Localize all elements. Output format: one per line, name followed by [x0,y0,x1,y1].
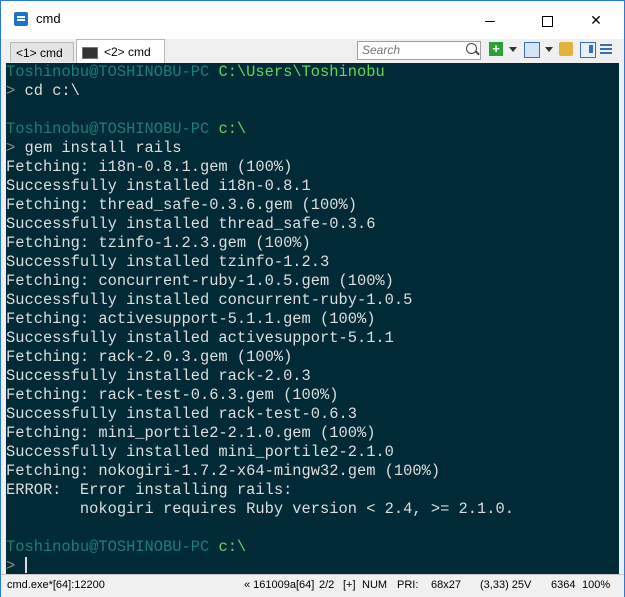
status-pri: PRI: [397,579,419,591]
console-line-text: Successfully installed activesupport-5.1… [6,329,394,347]
status-bar: cmd.exe*[64]:12200 « 161009a[64] 2/2 [+]… [1,574,624,597]
console-line: Fetching: rack-test-0.6.3.gem (100%) [6,386,619,405]
title-bar[interactable]: cmd ✕ [1,1,624,39]
console-line: Toshinobu@TOSHINOBU-PC C:\Users\Toshinob… [6,63,619,82]
console-line: Successfully installed concurrent-ruby-1… [6,291,619,310]
console-line-text: Fetching: rack-2.0.3.gem (100%) [6,348,293,366]
console-line-text: cd c:\ [15,82,80,100]
console-window: cmd ✕ <1> cmd <2> cmd + Toshinobu@TOSHIN… [0,0,625,597]
prompt-path: C:\Users\Toshinobu [218,63,385,81]
prompt-user: Toshinobu@TOSHINOBU-PC [6,120,210,138]
new-console-button[interactable]: + [489,42,503,56]
console-line: Fetching: i18n-0.8.1.gem (100%) [6,158,619,177]
console-text: Toshinobu@TOSHINOBU-PC C:\Users\Toshinob… [6,63,619,574]
prompt-arrow: > [6,82,16,100]
console-line-text [15,557,24,574]
status-plus: [+] [343,579,356,591]
console-line: Fetching: nokogiri-1.7.2-x64-mingw32.gem… [6,462,619,481]
console-line-text: Successfully installed rack-test-0.6.3 [6,405,357,423]
console-icon [82,46,98,59]
console-line: ERROR: Error installing rails: [6,481,619,500]
console-line-text: Fetching: mini_portile2-2.1.0.gem (100%) [6,424,376,442]
maximize-icon [541,15,553,27]
console-line-text: Fetching: activesupport-5.1.1.gem (100%) [6,310,376,328]
console-line-text: Successfully installed mini_portile2-2.1… [6,443,394,461]
search-input[interactable] [362,43,460,57]
prompt-path: c:\ [218,538,247,556]
lock-icon[interactable] [559,42,573,56]
console-line-text: Fetching: nokogiri-1.7.2-x64-mingw32.gem… [6,462,441,480]
close-icon: ✕ [590,12,602,28]
menu-icon[interactable] [599,42,613,56]
console-line-text: Fetching: tzinfo-1.2.3.gem (100%) [6,234,311,252]
console-line-text: Fetching: concurrent-ruby-1.0.5.gem (100… [6,272,394,290]
console-line-text: nokogiri requires Ruby version < 2.4, >=… [6,500,514,518]
tab-label: <2> cmd [104,45,151,59]
layout-dropdown-icon[interactable] [545,47,553,52]
status-process: cmd.exe*[64]:12200 [7,579,105,591]
console-line: Toshinobu@TOSHINOBU-PC c:\ [6,120,619,139]
console-line: Toshinobu@TOSHINOBU-PC c:\ [6,538,619,557]
console-line: nokogiri requires Ruby version < 2.4, >=… [6,500,619,519]
text-cursor [24,557,27,573]
console-output[interactable]: Toshinobu@TOSHINOBU-PC C:\Users\Toshinob… [6,63,619,574]
tab-label: <1> cmd [16,46,63,60]
console-line: Successfully installed i18n-0.8.1 [6,177,619,196]
prompt-path: c:\ [218,120,247,138]
console-line: Fetching: rack-2.0.3.gem (100%) [6,348,619,367]
status-coords: (3,33) 25V [480,579,532,591]
console-line: > gem install rails [6,139,619,158]
search-box[interactable] [357,41,481,60]
console-line-text: Successfully installed concurrent-ruby-1… [6,291,413,309]
console-line: > [6,557,619,574]
cmd-app-icon[interactable] [14,12,28,26]
console-line-text: Fetching: thread_safe-0.3.6.gem (100%) [6,196,357,214]
prompt-arrow: > [6,139,16,157]
status-handle[interactable]: « 161009a[64] [244,579,314,591]
console-line: Fetching: activesupport-5.1.1.gem (100%) [6,310,619,329]
console-line-text: Successfully installed thread_safe-0.3.6 [6,215,376,233]
minimize-icon [485,20,495,22]
layout-button[interactable] [524,42,540,58]
console-line: Successfully installed activesupport-5.1… [6,329,619,348]
console-line-text: Fetching: i18n-0.8.1.gem (100%) [6,158,293,176]
plus-icon: + [492,41,500,56]
status-size: 68x27 [431,579,461,591]
console-line-text: Fetching: rack-test-0.6.3.gem (100%) [6,386,339,404]
console-line: Fetching: tzinfo-1.2.3.gem (100%) [6,234,619,253]
console-line-text: gem install rails [15,139,182,157]
console-line: Successfully installed thread_safe-0.3.6 [6,215,619,234]
console-line-text: Successfully installed rack-2.0.3 [6,367,311,385]
status-pid: 6364 [551,579,576,591]
new-console-dropdown-icon[interactable] [509,47,517,52]
console-line-text: ERROR: Error installing rails: [6,481,293,499]
console-line: Fetching: thread_safe-0.3.6.gem (100%) [6,196,619,215]
tab-bar: <1> cmd <2> cmd + [1,39,624,63]
console-line-text: Successfully installed tzinfo-1.2.3 [6,253,330,271]
prompt-user: Toshinobu@TOSHINOBU-PC [6,63,210,81]
console-line: Successfully installed mini_portile2-2.1… [6,443,619,462]
tab-cmd-2[interactable]: <2> cmd [76,39,165,63]
console-line-text: Successfully installed i18n-0.8.1 [6,177,311,195]
search-icon[interactable] [466,43,477,54]
console-line: > cd c:\ [6,82,619,101]
panel-toggle-icon[interactable] [580,42,596,58]
console-line: Successfully installed rack-test-0.6.3 [6,405,619,424]
console-line: Fetching: mini_portile2-2.1.0.gem (100%) [6,424,619,443]
status-num: NUM [362,579,388,591]
window-title: cmd [36,11,61,26]
prompt-arrow: > [6,557,16,574]
minimize-button[interactable] [468,5,512,35]
status-zoom: 100% [582,579,611,591]
close-button[interactable]: ✕ [574,5,618,35]
maximize-button[interactable] [525,5,569,35]
console-line: Successfully installed rack-2.0.3 [6,367,619,386]
status-pages: 2/2 [319,579,335,591]
prompt-user: Toshinobu@TOSHINOBU-PC [6,538,210,556]
console-line: Successfully installed tzinfo-1.2.3 [6,253,619,272]
tab-cmd-1[interactable]: <1> cmd [10,42,74,62]
console-line: Fetching: concurrent-ruby-1.0.5.gem (100… [6,272,619,291]
